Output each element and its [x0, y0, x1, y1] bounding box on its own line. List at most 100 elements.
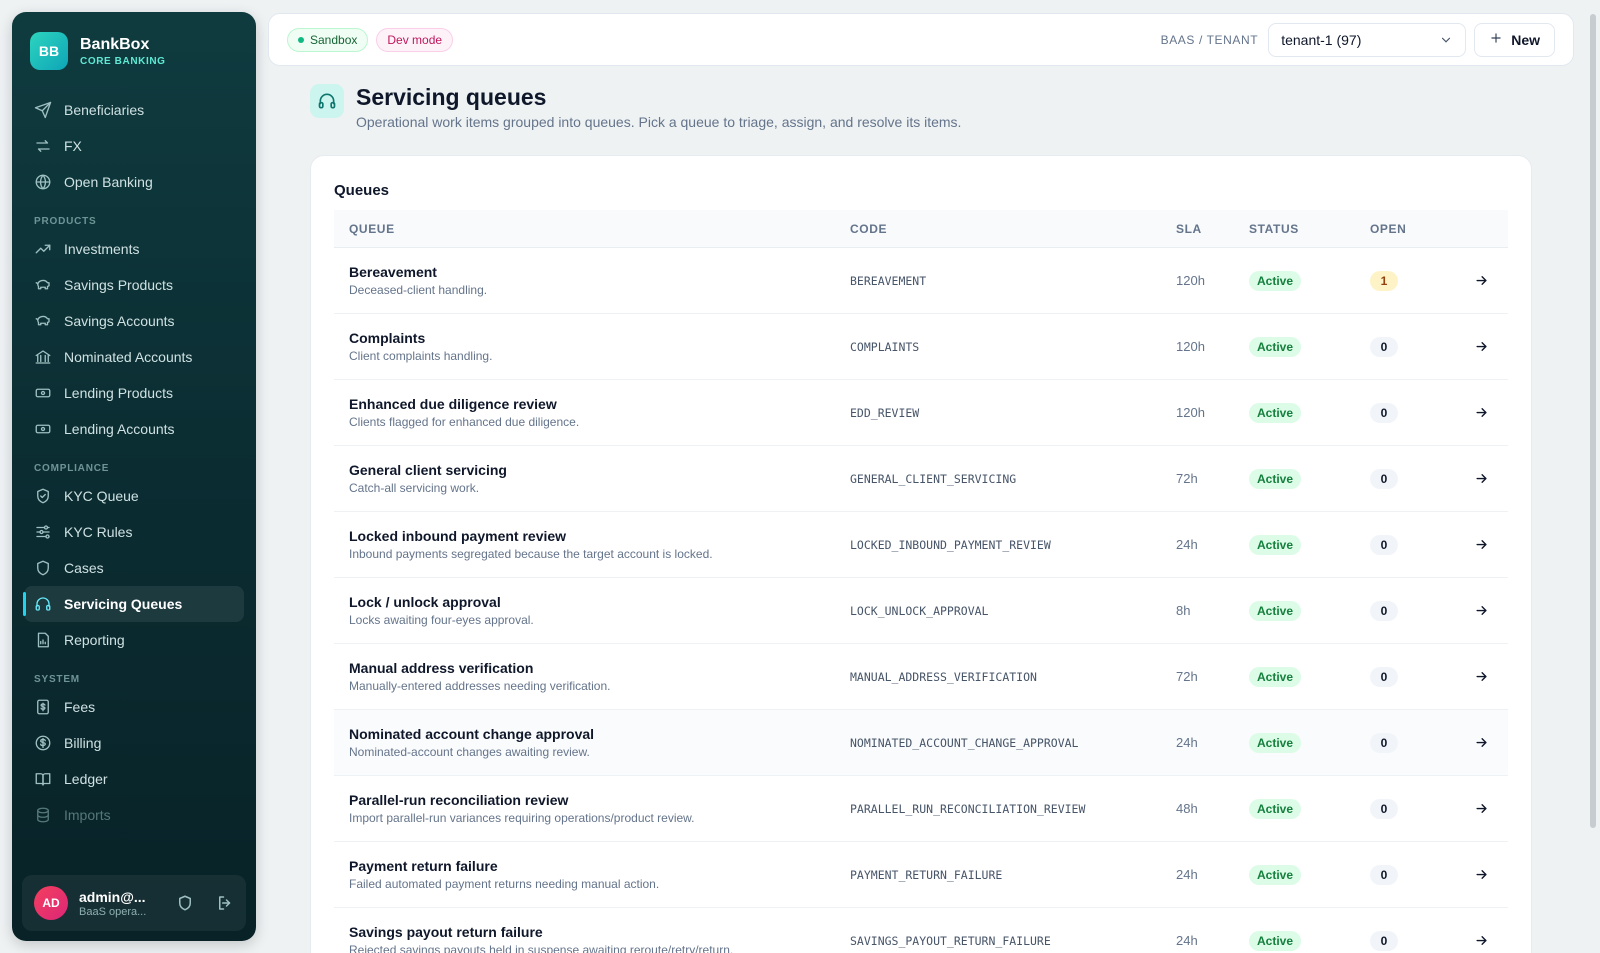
trend-up-icon [34, 240, 52, 258]
arrow-right-icon[interactable] [1474, 273, 1489, 288]
table-row[interactable]: Lock / unlock approval Locks awaiting fou… [334, 578, 1508, 644]
arrow-right-icon[interactable] [1474, 735, 1489, 750]
queue-name[interactable]: Bereavement [349, 264, 850, 280]
sidebar-item-fx[interactable]: FX [24, 128, 244, 164]
col-code: CODE [850, 221, 888, 236]
table-row[interactable]: Locked inbound payment review Inbound pay… [334, 512, 1508, 578]
status-badge: Active [1249, 402, 1302, 423]
shield-icon[interactable] [176, 894, 194, 912]
sidebar-item-investments[interactable]: Investments [24, 231, 244, 267]
arrow-right-icon[interactable] [1474, 537, 1489, 552]
sidebar-item-kyc-queue[interactable]: KYC Queue [24, 478, 244, 514]
queue-name[interactable]: Locked inbound payment review [349, 528, 850, 544]
col-status: STATUS [1249, 221, 1299, 236]
queue-name[interactable]: Manual address verification [349, 660, 850, 676]
table-row[interactable]: Payment return failure Failed automated p… [334, 842, 1508, 908]
brand-logo: BB [30, 32, 68, 70]
status-badge: Active [1249, 600, 1302, 621]
piggy-bank-icon [34, 276, 52, 294]
page-title: Servicing queues [356, 84, 547, 110]
sidebar-item-lending-accounts[interactable]: Lending Accounts [24, 411, 244, 447]
brand[interactable]: BB BankBox CORE BANKING [12, 12, 256, 88]
queue-description: Catch-all servicing work. [349, 481, 480, 495]
arrow-right-icon[interactable] [1474, 339, 1489, 354]
queue-sla: 120h [1176, 338, 1205, 354]
sidebar-item-servicing-queues[interactable]: Servicing Queues [23, 586, 244, 622]
arrow-right-icon[interactable] [1474, 669, 1489, 684]
card-title: Queues [334, 182, 390, 199]
status-badge: Active [1249, 864, 1302, 885]
new-button[interactable]: New [1474, 22, 1555, 57]
sidebar-item-label: Investments [64, 241, 140, 257]
sidebar-item-label: Imports [64, 807, 111, 823]
arrow-right-icon[interactable] [1474, 933, 1489, 948]
queue-sla: 24h [1176, 932, 1198, 948]
tenant-select[interactable]: tenant-1 (97) [1268, 22, 1467, 57]
table-row[interactable]: Complaints Client complaints handling. COM… [334, 314, 1508, 380]
queue-name[interactable]: Payment return failure [349, 858, 850, 874]
sidebar-item-savings-accounts[interactable]: Savings Accounts [24, 303, 244, 339]
arrow-right-icon[interactable] [1474, 405, 1489, 420]
database-icon [34, 806, 52, 824]
sliders-icon [34, 523, 52, 541]
sidebar-item-cases[interactable]: Cases [24, 550, 244, 586]
queue-code: GENERAL_CLIENT_SERVICING [850, 471, 1017, 486]
sidebar-item-reporting[interactable]: Reporting [24, 622, 244, 658]
queue-name[interactable]: Parallel-run reconciliation review [349, 792, 850, 808]
sidebar-item-ledger[interactable]: Ledger [24, 761, 244, 797]
sidebar-item-fees[interactable]: Fees [24, 689, 244, 725]
queue-name[interactable]: General client servicing [349, 462, 850, 478]
table-row[interactable]: General client servicing Catch-all servic… [334, 446, 1508, 512]
brand-subtitle: CORE BANKING [80, 55, 166, 67]
queue-code: COMPLAINTS [850, 339, 920, 354]
sidebar-item-open-banking[interactable]: Open Banking [24, 164, 244, 200]
queue-sla: 72h [1176, 668, 1198, 684]
chevron-down-icon [1439, 33, 1453, 47]
queue-name[interactable]: Lock / unlock approval [349, 594, 850, 610]
arrow-right-icon[interactable] [1474, 867, 1489, 882]
status-badge: Active [1249, 336, 1302, 357]
sidebar-item-savings-products[interactable]: Savings Products [24, 267, 244, 303]
sidebar-item-label: Savings Accounts [64, 313, 175, 329]
page-scrollbar[interactable] [1590, 14, 1596, 828]
sidebar-item-imports[interactable]: Imports [24, 797, 244, 833]
queue-description: Locks awaiting four-eyes approval. [349, 613, 534, 627]
logout-icon[interactable] [216, 894, 234, 912]
table-row[interactable]: Bereavement Deceased-client handling. BERE… [334, 248, 1508, 314]
arrow-right-icon[interactable] [1474, 801, 1489, 816]
queue-description: Inbound payments segregated because the … [349, 547, 713, 561]
table-header: QUEUE CODE SLA STATUS OPEN [334, 210, 1508, 248]
user-name: admin@... [79, 888, 146, 905]
open-count-badge: 0 [1370, 666, 1398, 687]
table-row[interactable]: Enhanced due diligence review Clients fla… [334, 380, 1508, 446]
queue-description: Manually-entered addresses needing verif… [349, 679, 611, 693]
section-compliance: COMPLIANCE [34, 463, 110, 474]
queue-name[interactable]: Complaints [349, 330, 850, 346]
sidebar-item-kyc-rules[interactable]: KYC Rules [24, 514, 244, 550]
sidebar-item-label: Open Banking [64, 174, 153, 190]
table-row[interactable]: Savings payout return failure Rejected sa… [334, 908, 1508, 953]
queue-name[interactable]: Enhanced due diligence review [349, 396, 850, 412]
queue-code: LOCKED_INBOUND_PAYMENT_REVIEW [850, 537, 1051, 552]
sidebar-item-nominated-accounts[interactable]: Nominated Accounts [24, 339, 244, 375]
sidebar-item-lending-products[interactable]: Lending Products [24, 375, 244, 411]
top-bar: Sandbox Dev mode BAAS / TENANT tenant-1 … [268, 13, 1574, 66]
table-row[interactable]: Nominated account change approval Nominat… [334, 710, 1508, 776]
table-row[interactable]: Parallel-run reconciliation review Import… [334, 776, 1508, 842]
arrow-right-icon[interactable] [1474, 603, 1489, 618]
col-queue: QUEUE [349, 221, 395, 236]
sidebar-item-billing[interactable]: Billing [24, 725, 244, 761]
sidebar-item-beneficiaries[interactable]: Beneficiaries [24, 92, 244, 128]
user-card[interactable]: AD admin@... BaaS opera... [22, 875, 246, 931]
arrow-right-icon[interactable] [1474, 471, 1489, 486]
queue-name[interactable]: Savings payout return failure [349, 924, 850, 940]
brand-name: BankBox [80, 35, 150, 53]
status-dot-icon [298, 36, 304, 43]
headset-icon [310, 84, 344, 118]
queue-description: Nominated-account changes awaiting revie… [349, 745, 590, 759]
table-row[interactable]: Manual address verification Manually-ente… [334, 644, 1508, 710]
status-badge: Active [1249, 930, 1302, 951]
queue-description: Rejected savings payouts held in suspens… [349, 943, 734, 953]
queue-name[interactable]: Nominated account change approval [349, 726, 850, 742]
status-badge: Active [1249, 798, 1302, 819]
